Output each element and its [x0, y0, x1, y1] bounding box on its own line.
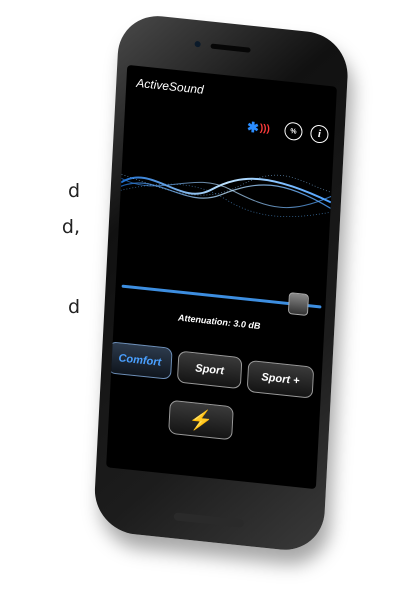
app-screen: ActiveSound ✱))) % i Attenuation: 3.0 dB…: [106, 64, 337, 490]
sport-plus-mode-button[interactable]: Sport +: [246, 359, 315, 399]
sound-wave-graphic: [120, 174, 332, 218]
app-title: ActiveSound: [135, 75, 205, 97]
bluetooth-icon[interactable]: ✱))): [246, 117, 271, 137]
percent-icon[interactable]: %: [284, 121, 303, 142]
phone-bottom-edge: [173, 512, 244, 528]
sport-mode-button[interactable]: Sport: [176, 350, 243, 390]
lightning-bolt-icon: ⚡: [187, 408, 214, 433]
phone-device: ActiveSound ✱))) % i Attenuation: 3.0 dB…: [0, 0, 400, 603]
attenuation-slider-thumb[interactable]: [287, 292, 310, 317]
info-icon[interactable]: i: [309, 124, 329, 144]
phone-body: ActiveSound ✱))) % i Attenuation: 3.0 dB…: [92, 12, 350, 554]
earpiece-speaker: [210, 43, 251, 53]
boost-button[interactable]: ⚡: [168, 399, 234, 441]
front-camera: [194, 40, 201, 48]
comfort-mode-button[interactable]: Comfort: [107, 341, 173, 380]
